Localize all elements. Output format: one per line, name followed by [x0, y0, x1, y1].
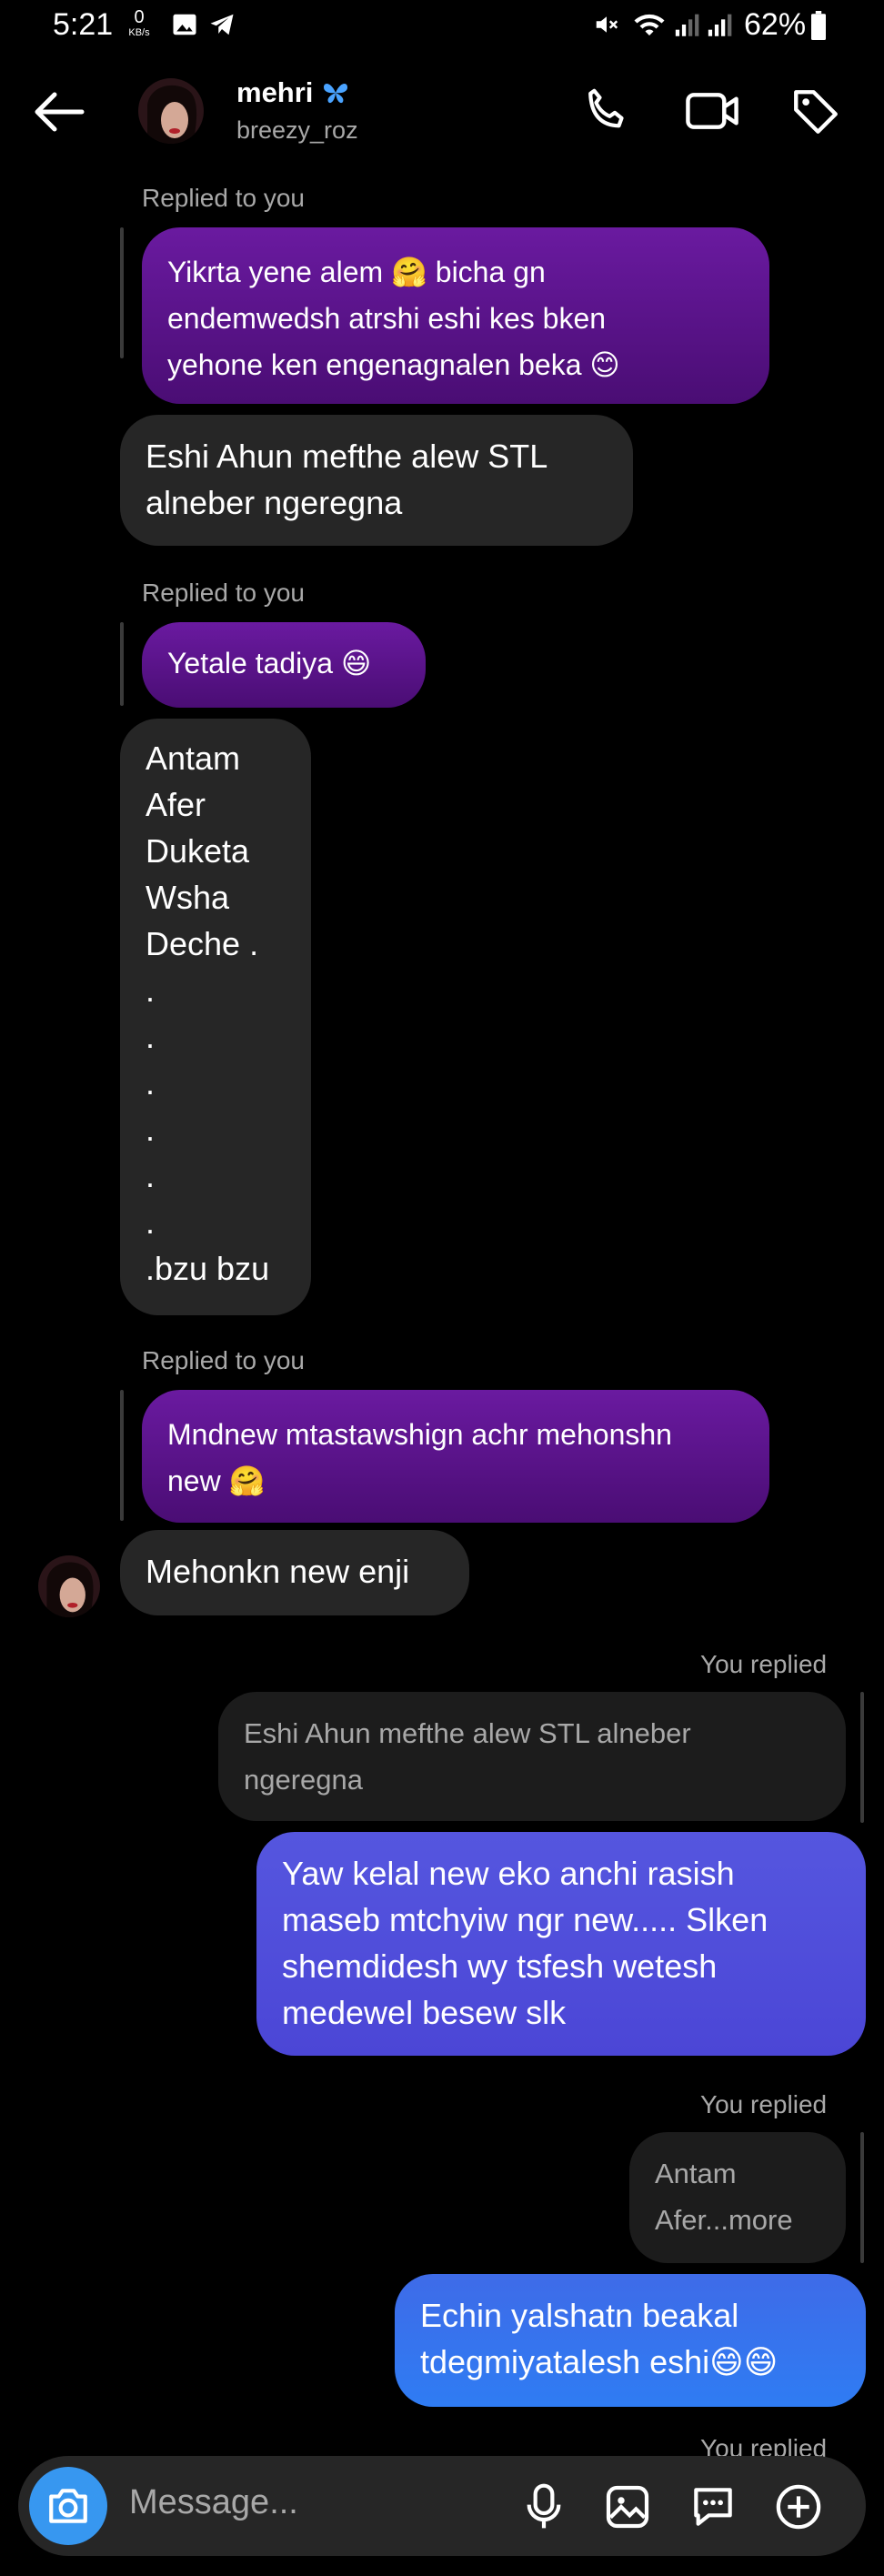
message-input[interactable]: Message...: [129, 2483, 298, 2522]
wifi-icon: [634, 14, 665, 35]
battery-icon: [811, 11, 826, 40]
microphone-icon[interactable]: [518, 2481, 569, 2532]
telegram-icon: [210, 14, 234, 35]
contact-name[interactable]: mehri: [236, 76, 313, 109]
chat-header: mehri breezy_roz: [0, 55, 884, 173]
status-bar: 5:21 0 KB/s 62%: [0, 0, 884, 55]
gallery-icon[interactable]: [602, 2481, 653, 2532]
signal-icon-2: [708, 14, 732, 36]
phone-icon[interactable]: [580, 86, 631, 136]
tag-icon[interactable]: [789, 86, 842, 138]
message-composer: Message...: [18, 2456, 866, 2556]
message-bubble[interactable]: Antam Afer Duketa Wsha Deche . . . . . .…: [120, 719, 311, 1315]
back-arrow-icon[interactable]: [33, 91, 85, 133]
sticker-chat-icon[interactable]: [688, 2481, 738, 2532]
reply-label: You replied: [700, 1650, 828, 1678]
reply-label: Replied to you: [142, 1346, 306, 1374]
reply-label: You replied: [700, 2090, 828, 2118]
message-bubble[interactable]: Mndnew mtastawshign achr mehonshn new 🤗: [142, 1390, 769, 1523]
quoted-message[interactable]: Antam Afer...more: [629, 2132, 846, 2263]
camera-button[interactable]: [29, 2467, 107, 2545]
reply-bar: [860, 1692, 864, 1823]
butterfly-icon: [324, 84, 347, 104]
camera-icon: [49, 2489, 87, 2523]
network-speed: 0 KB/s: [128, 7, 150, 38]
message-bubble[interactable]: Yikrta yene alem 🤗 bicha gn endemwedsh a…: [142, 227, 769, 404]
reply-bar: [860, 2132, 864, 2263]
reply-bar: [120, 227, 124, 358]
video-call-icon[interactable]: [684, 86, 740, 136]
contact-username[interactable]: breezy_roz: [236, 116, 358, 145]
mute-icon: [596, 16, 618, 33]
battery-percent: 62%: [744, 7, 807, 42]
sender-avatar[interactable]: [38, 1555, 100, 1617]
message-bubble[interactable]: Eshi Ahun mefthe alew STL alneber ngereg…: [120, 415, 633, 546]
message-bubble[interactable]: Mehonkn new enji: [120, 1530, 469, 1615]
message-bubble[interactable]: Yetale tadiya 😄: [142, 622, 426, 708]
avatar[interactable]: [138, 78, 204, 144]
status-time: 5:21: [53, 7, 114, 42]
signal-icon: [675, 14, 699, 36]
message-bubble[interactable]: Yaw kelal new eko anchi rasish maseb mtc…: [256, 1832, 866, 2056]
gallery-icon: [173, 14, 196, 35]
quoted-message[interactable]: Eshi Ahun mefthe alew STL alneber ngereg…: [218, 1692, 846, 1821]
reply-label: Replied to you: [142, 184, 306, 212]
reply-bar: [120, 622, 124, 706]
message-bubble[interactable]: Echin yalshatn beakal tdegmiyatalesh esh…: [395, 2274, 866, 2407]
reply-label: Replied to you: [142, 579, 306, 607]
reply-bar: [120, 1390, 124, 1521]
plus-icon[interactable]: [773, 2481, 824, 2532]
